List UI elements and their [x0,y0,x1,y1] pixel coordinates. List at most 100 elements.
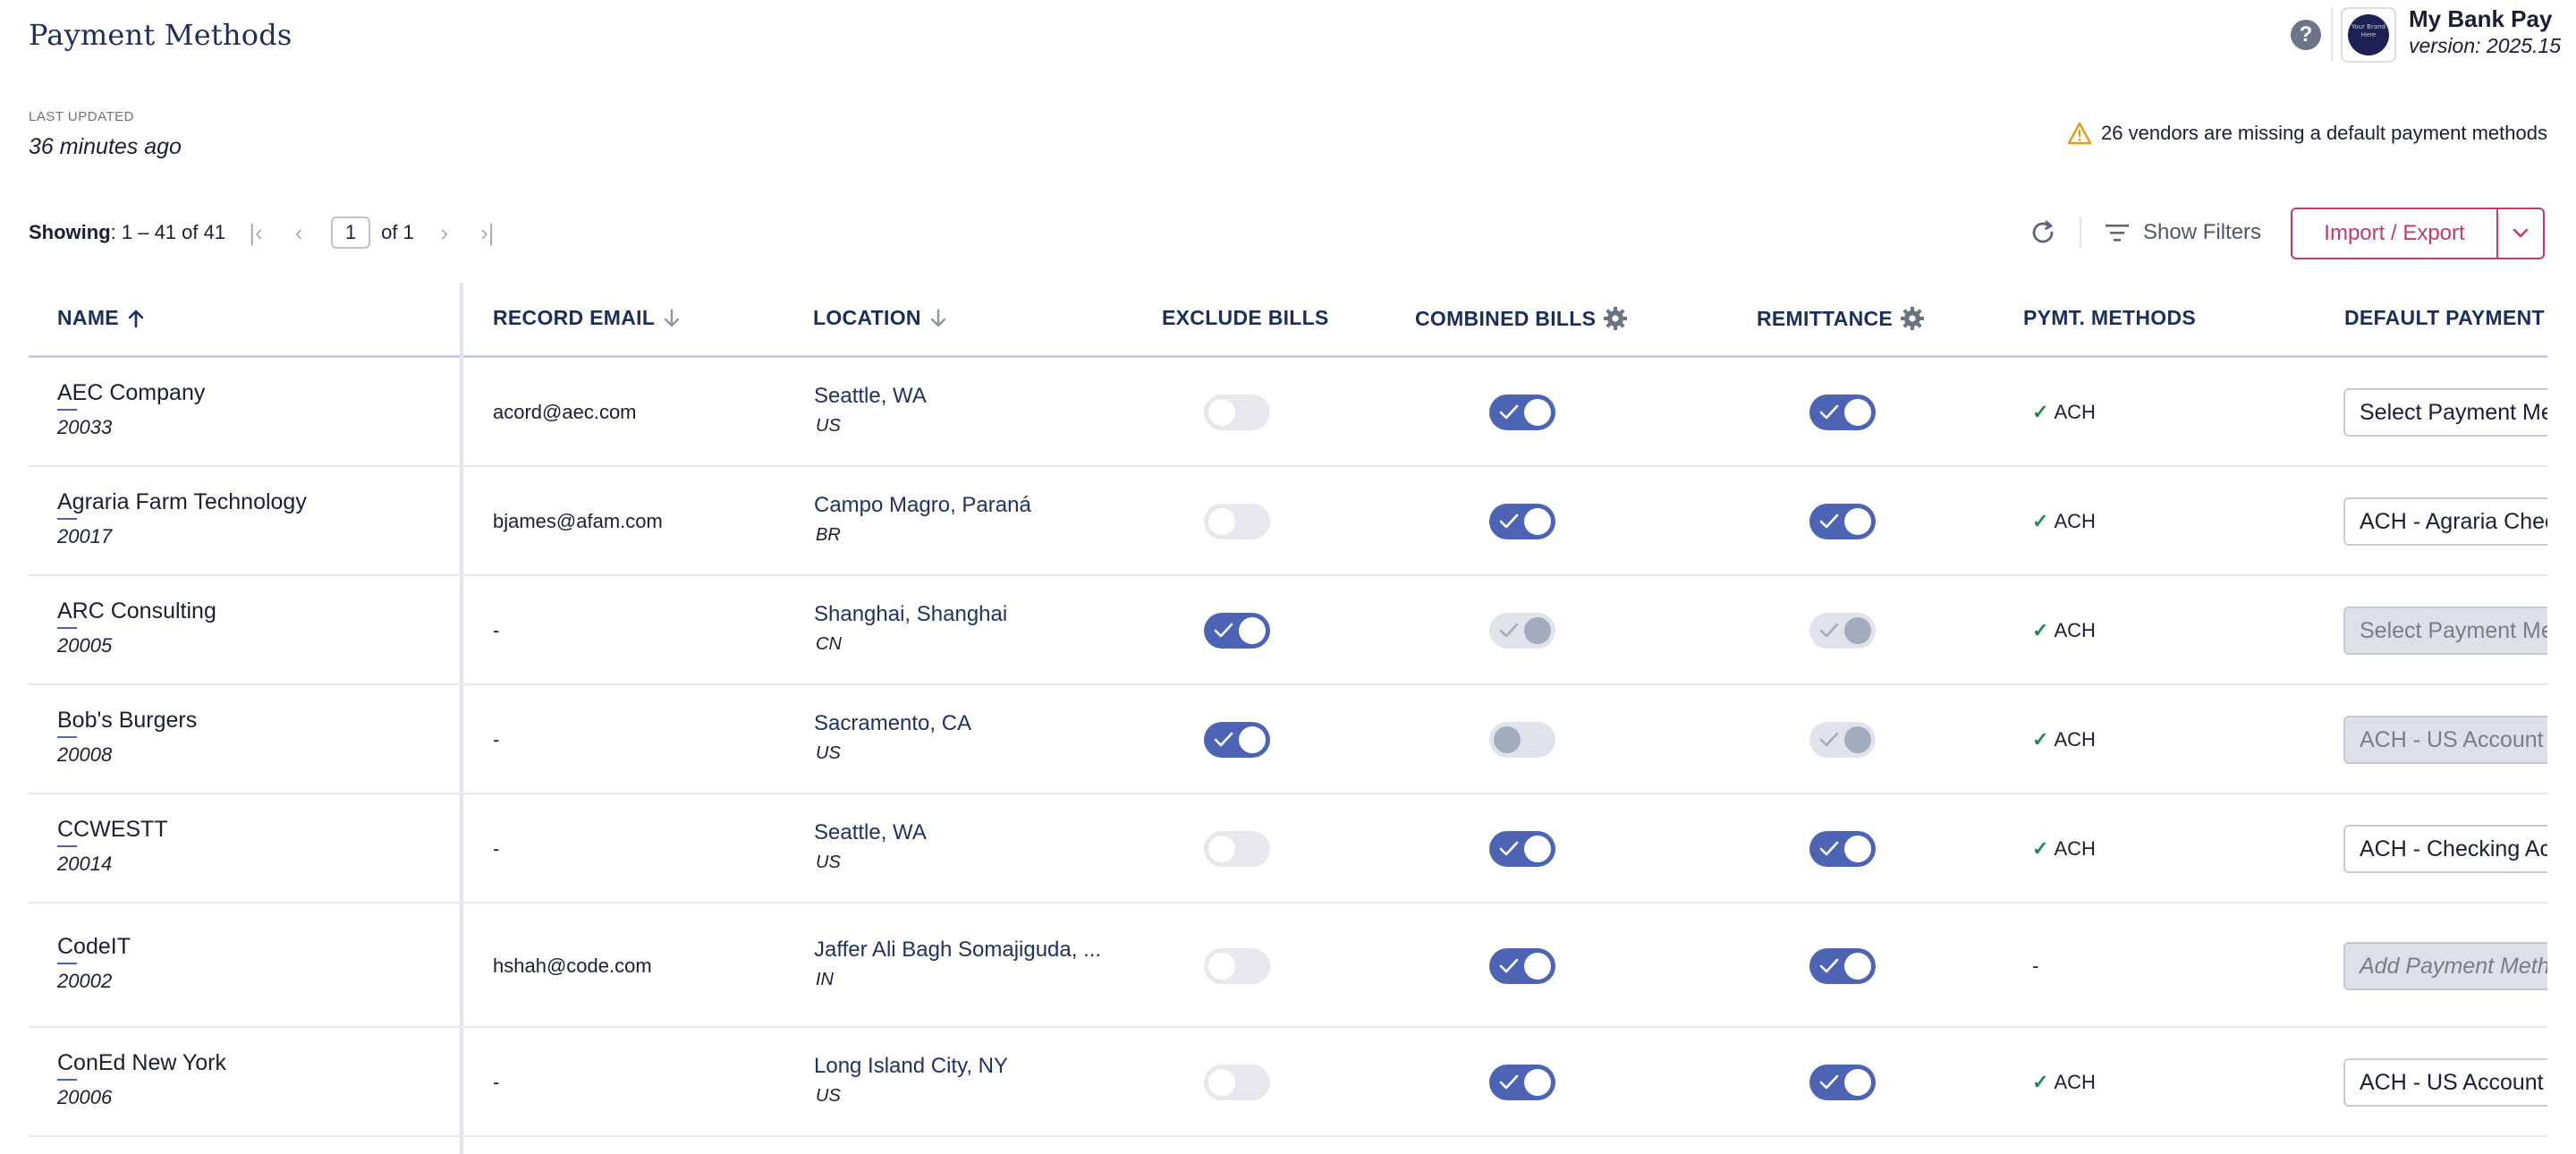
last-updated-label: LAST UPDATED [29,109,134,124]
toggle-knob [1524,508,1551,535]
show-filters-button[interactable]: Show Filters [2104,216,2261,249]
payment-method-label: ACH [2054,728,2096,751]
vendor-name[interactable]: Agraria Farm Technology [57,489,307,515]
table-row: Bob's Burgers 20008- Sacramento, CA US ✓ ACH A… [29,685,2547,794]
location-city: Shanghai, Shanghai [814,602,1008,626]
refresh-icon[interactable] [2027,216,2059,249]
exclude-toggle[interactable] [1204,831,1270,867]
exclude-toggle[interactable] [1204,722,1270,758]
vendor-name[interactable]: CCWESTT [57,817,168,843]
toolbar-divider [2080,216,2081,249]
combined-toggle[interactable] [1489,395,1555,430]
showing-range: : 1 – 41 of 41 [110,221,226,243]
check-icon [1819,623,1839,638]
payment-method-label: - [2032,954,2039,977]
column-remittance-label: REMITTANCE [1757,306,1894,330]
combined-toggle[interactable] [1489,831,1555,867]
toggle-knob [1208,952,1235,980]
combined-toggle [1489,722,1555,758]
record-email: bjames@afam.com [493,510,663,532]
table-row: CodeIT 20002 hshah@code.com Jaffer Ali Bagh… [29,904,2547,1028]
remittance-toggle[interactable] [1809,395,1876,430]
remittance-toggle[interactable] [1809,831,1876,867]
vendor-id: 20008 [57,743,113,766]
vendor-name[interactable]: ARC Consulting [57,598,216,624]
column-name-label: NAME [57,306,119,329]
table-row: Agraria Farm Technology 20017 bjames@afam.… [29,467,2547,576]
toggle-knob [1208,399,1235,426]
column-location[interactable]: LOCATION [813,306,948,330]
record-email: - [493,1071,500,1093]
import-export-button[interactable]: Import / Export [2291,208,2498,259]
location-city: Long Island City, NY [814,1054,1008,1078]
toggle-knob [1208,508,1235,535]
exclude-toggle[interactable] [1204,504,1270,539]
toggle-knob [1844,836,1871,862]
vendor-name[interactable]: ConEd New York [57,1050,226,1076]
show-filters-label: Show Filters [2143,220,2262,244]
column-record-email[interactable]: RECORD EMAIL [493,306,682,330]
app-version: version: 2025.15 [2409,34,2562,57]
remittance-toggle[interactable] [1809,1065,1876,1100]
toggle-knob [1524,1069,1551,1096]
brand-logo-box[interactable]: Your Brand Here [2341,7,2396,63]
remittance-toggle[interactable] [1809,504,1876,539]
default-payment-select[interactable]: ACH - US Account ( [2343,1058,2547,1107]
table-row: AEC Company 20033 acord@aec.com Seattle, WA… [29,358,2547,467]
exclude-toggle[interactable] [1204,1065,1270,1100]
check-icon [1499,404,1519,420]
help-icon[interactable]: ? [2291,20,2321,50]
vendor-name[interactable]: CodeIT [57,934,131,960]
default-payment-select[interactable]: ACH - Agraria Chec [2343,497,2547,546]
prev-page-icon[interactable]: ‹ [286,219,311,247]
column-location-label: LOCATION [813,306,921,329]
column-remittance: REMITTANCE [1757,306,1925,331]
last-page-icon[interactable]: ›| [475,219,500,247]
default-payment-select[interactable]: Add Payment Meth [2343,941,2547,990]
payment-methods-cell: ✓ ACH [2032,510,2096,533]
name-underline [57,736,77,738]
combined-toggle[interactable] [1489,504,1555,539]
import-export-dropdown[interactable] [2496,208,2545,259]
check-icon [1499,623,1519,638]
column-record-email-label: RECORD EMAIL [493,306,656,329]
page-number-input[interactable]: 1 [331,216,371,249]
payment-methods-cell: ✓ ACH [2032,728,2096,751]
toggle-knob [1494,726,1521,753]
payment-methods-table: NAME RECORD EMAIL LOCATION EXCLUDE BILLS… [29,283,2547,1154]
payment-methods-cell: ✓ ACH [2032,1071,2096,1094]
combined-toggle[interactable] [1489,947,1555,984]
gear-icon[interactable] [1900,306,1925,331]
remittance-toggle[interactable] [1809,947,1876,984]
location-city: Sacramento, CA [814,711,972,735]
exclude-toggle[interactable] [1204,395,1270,430]
check-icon: ✓ [2032,619,2049,641]
combined-toggle[interactable] [1489,1065,1555,1100]
warning-icon [2067,122,2092,145]
remittance-toggle [1809,722,1876,758]
toggle-knob [1524,399,1551,426]
default-payment-select[interactable]: ACH - Checking Acc [2343,825,2547,873]
next-page-icon[interactable]: › [432,219,457,247]
last-updated-value: 36 minutes ago [29,134,182,159]
toggle-knob [1844,726,1871,753]
exclude-toggle[interactable] [1204,613,1270,649]
toggle-knob [1524,836,1551,862]
name-underline [57,627,77,629]
vendor-name[interactable]: AEC Company [57,380,205,406]
remittance-toggle [1809,613,1876,649]
gear-icon[interactable] [1603,306,1628,331]
column-name[interactable]: NAME [57,306,146,330]
vendor-name[interactable]: Bob's Burgers [57,708,197,734]
exclude-toggle[interactable] [1204,947,1270,984]
payment-method-label: ACH [2054,401,2096,423]
name-underline [57,962,77,964]
default-payment-select[interactable]: Select Payment Me [2343,388,2547,437]
first-page-icon[interactable]: |‹ [243,219,268,247]
check-icon [1819,841,1839,856]
check-icon [1499,1074,1519,1090]
payment-methods-cell: ✓ ACH [2032,401,2096,424]
default-payment-select: ACH - US Account ( [2343,716,2547,764]
check-icon [1819,1074,1839,1090]
location-country: BR [816,525,841,545]
